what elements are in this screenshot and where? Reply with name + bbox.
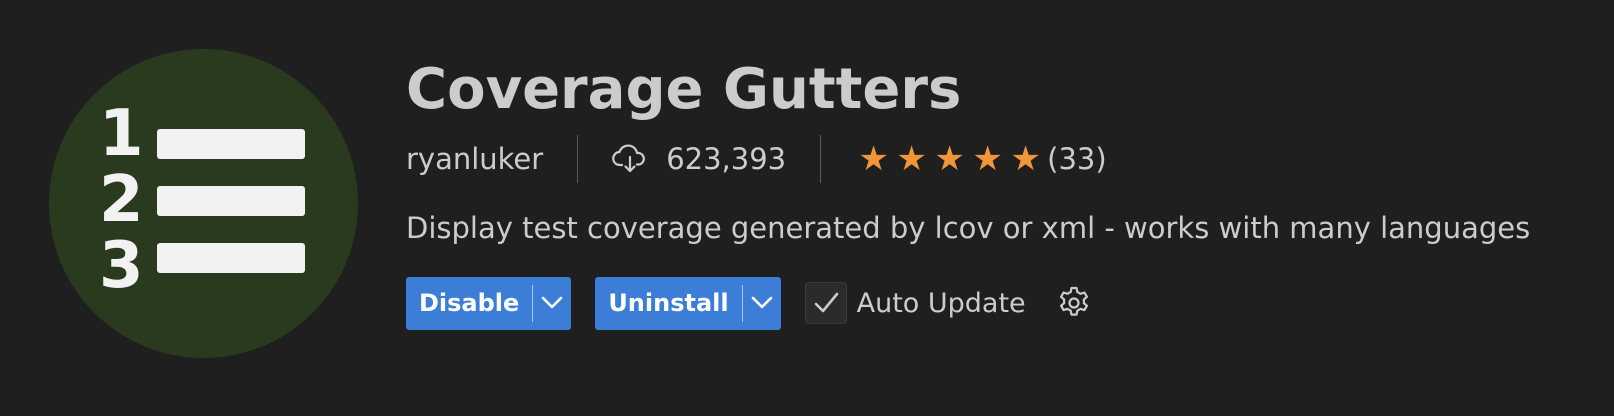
chevron-down-icon <box>751 296 772 309</box>
logo-digit-3: 3 <box>99 229 144 303</box>
disable-split-button: Disable <box>406 276 572 330</box>
extension-title: Coverage Gutters <box>406 57 962 122</box>
publisher-link[interactable]: ryanluker <box>406 142 543 176</box>
logo-digit-2: 2 <box>99 163 144 237</box>
uninstall-button[interactable]: Uninstall <box>595 277 741 330</box>
uninstall-split-button: Uninstall <box>595 276 781 330</box>
meta-divider <box>577 135 579 183</box>
check-icon <box>814 292 838 313</box>
numbered-list-icon: 1 2 3 <box>99 97 305 303</box>
auto-update-checkbox[interactable] <box>804 282 847 324</box>
rating-stars[interactable]: ★ ★ ★ ★ ★ <box>855 139 1045 179</box>
logo-bar-1 <box>157 129 305 159</box>
star-icon: ★ <box>1010 139 1042 179</box>
uninstall-dropdown-button[interactable] <box>743 277 781 330</box>
meta-divider <box>820 135 822 183</box>
disable-button[interactable]: Disable <box>406 277 532 330</box>
extension-logo: 1 2 3 <box>49 49 358 358</box>
extension-details: Coverage Gutters ryanluker 623,393 ★ ★ ★… <box>406 48 1614 330</box>
logo-bar-3 <box>157 243 305 273</box>
cloud-download-icon <box>612 143 648 175</box>
rating-count[interactable]: (33) <box>1047 142 1107 176</box>
star-icon: ★ <box>934 139 966 179</box>
extension-description: Display test coverage generated by lcov … <box>406 211 1531 245</box>
star-icon: ★ <box>972 139 1004 179</box>
star-icon: ★ <box>896 139 928 179</box>
extension-header: 1 2 3 Coverage Gutters ryanluker 623,393 <box>0 0 1614 416</box>
extension-actions: Disable Uninstall Auto Update <box>406 276 1614 330</box>
chevron-down-icon <box>542 296 563 309</box>
logo-bar-2 <box>157 186 305 216</box>
auto-update-label[interactable]: Auto Update <box>857 288 1026 319</box>
gear-icon[interactable] <box>1056 285 1092 321</box>
install-count: 623,393 <box>666 142 787 176</box>
star-icon: ★ <box>858 139 890 179</box>
extension-meta: ryanluker 623,393 ★ ★ ★ ★ ★ (33) <box>406 134 1614 184</box>
logo-digit-1: 1 <box>99 97 144 171</box>
disable-dropdown-button[interactable] <box>533 277 571 330</box>
